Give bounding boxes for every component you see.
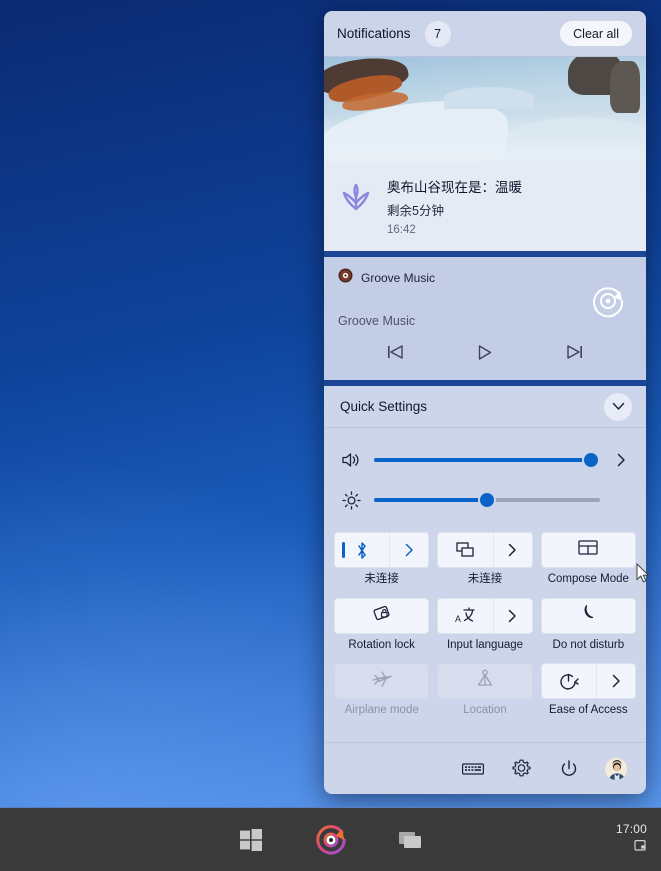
groove-app-name: Groove Music (361, 271, 436, 285)
volume-slider-row (334, 440, 636, 480)
location-icon (476, 669, 494, 693)
input-language-icon: A (438, 599, 492, 633)
taskbar-buttons (0, 808, 661, 871)
groove-header: Groove Music (338, 268, 632, 288)
moon-icon (580, 604, 597, 627)
mouse-cursor (636, 562, 652, 585)
do-not-disturb-tile-button[interactable] (540, 597, 636, 634)
compose-mode-tile-label: Compose Mode (547, 573, 629, 585)
quick-settings-sliders (324, 428, 646, 528)
play-button[interactable] (471, 340, 499, 364)
volume-expand-chevron-icon[interactable] (610, 453, 632, 467)
groove-music-taskbar-button[interactable] (309, 818, 353, 862)
power-icon[interactable] (556, 756, 582, 782)
cast-icon (438, 533, 492, 567)
do-not-disturb-tile[interactable]: Do not disturb (540, 597, 636, 652)
input-language-tile-button[interactable]: A (437, 597, 533, 634)
brightness-slider-row (334, 480, 636, 520)
input-language-tile-label: Input language (446, 638, 524, 651)
previous-track-button[interactable] (381, 340, 409, 364)
do-not-disturb-tile-label: Do not disturb (552, 638, 625, 651)
bluetooth-active-indicator (342, 542, 345, 558)
rotation-lock-icon (371, 604, 392, 628)
hero-haze-overlay (324, 113, 646, 161)
cast-tile[interactable]: 未连接 (437, 532, 533, 586)
keyboard-icon[interactable] (460, 756, 486, 782)
groove-music-logo-icon (590, 283, 626, 319)
brightness-icon (338, 490, 364, 510)
compose-mode-tile-button[interactable] (540, 532, 636, 568)
groove-music-icon (338, 268, 353, 288)
notification-subtext: 剩余5分钟 (387, 204, 444, 218)
cast-tile-button[interactable] (437, 532, 533, 568)
ease-of-access-tile-label: Ease of Access (549, 704, 628, 717)
user-avatar[interactable] (604, 756, 628, 781)
bluetooth-tile-label: 未连接 (364, 573, 399, 585)
notification-text-block: 奥布山谷现在是：温暖 剩余5分钟 16:42 (387, 174, 522, 236)
ease-of-access-icon (542, 664, 596, 698)
rotation-lock-tile-button[interactable] (334, 597, 430, 634)
ease-of-access-tile[interactable]: Ease of Access (540, 663, 636, 717)
speaker-icon (338, 452, 364, 468)
svg-text:A: A (455, 614, 461, 624)
input-language-tile[interactable]: A Input language (437, 597, 533, 652)
airplane-mode-tile-button[interactable] (334, 663, 430, 700)
taskbar-clock[interactable]: 17:00 (616, 822, 647, 836)
groove-track-title: Groove Music (338, 314, 416, 328)
quick-settings-tiles-grid: 未连接 未连接 Compose Mode Rotation lock A Inp… (324, 528, 646, 717)
taskbar: 17:00 (0, 807, 661, 871)
brightness-fill (374, 498, 487, 502)
airplane-mode-tile[interactable]: Airplane mode (334, 663, 430, 717)
notification-timestamp: 16:42 (387, 224, 416, 236)
location-tile-button[interactable] (437, 663, 533, 700)
notification-headline: 奥布山谷现在是：温暖 (387, 180, 522, 195)
hero-snow-shape (444, 87, 534, 109)
clear-all-button[interactable]: Clear all (559, 20, 633, 47)
action-center-icon[interactable] (634, 839, 647, 857)
system-tray: 17:00 (616, 808, 651, 871)
volume-fill (374, 458, 591, 462)
ease-of-access-chevron-icon[interactable] (597, 664, 635, 698)
location-tile[interactable]: Location (437, 663, 533, 717)
groove-music-notification[interactable]: Groove Music Groove Music (324, 257, 646, 380)
chevron-down-icon[interactable] (604, 392, 632, 421)
gear-icon[interactable] (508, 756, 534, 782)
notification-hero-image (324, 57, 646, 161)
input-language-chevron-icon[interactable] (494, 599, 532, 633)
compose-mode-tile[interactable]: Compose Mode (540, 532, 636, 586)
next-track-button[interactable] (561, 340, 589, 364)
volume-thumb[interactable] (581, 451, 600, 469)
bluetooth-tile[interactable]: 未连接 (334, 532, 430, 586)
notifications-header: Notifications 7 Clear all (324, 11, 646, 57)
brightness-thumb[interactable] (478, 491, 496, 509)
airplane-mode-tile-label: Airplane mode (344, 704, 419, 717)
rotation-lock-tile[interactable]: Rotation lock (334, 597, 430, 652)
brightness-slider[interactable] (374, 491, 600, 509)
notification-count-badge: 7 (424, 20, 451, 47)
hero-tree-shape (610, 61, 640, 113)
compose-mode-icon (578, 540, 598, 560)
notification-body: 奥布山谷现在是：温暖 剩余5分钟 16:42 (324, 161, 646, 251)
volume-slider[interactable] (374, 451, 600, 469)
quick-settings-header: Quick Settings (324, 386, 646, 428)
airplane-icon (371, 669, 393, 694)
location-tile-label: Location (463, 704, 507, 717)
cast-chevron-icon[interactable] (494, 533, 532, 567)
rotation-lock-tile-label: Rotation lock (348, 638, 415, 651)
quick-settings-footer (324, 742, 646, 794)
notifications-title: Notifications (337, 26, 411, 41)
bluetooth-tile-button[interactable] (334, 532, 430, 568)
cast-tile-label: 未连接 (467, 573, 503, 585)
ease-of-access-tile-button[interactable] (540, 663, 636, 700)
groove-transport-controls (338, 340, 632, 366)
task-view-button[interactable] (389, 818, 433, 862)
crocus-flower-icon (338, 180, 374, 216)
notification-item[interactable]: 奥布山谷现在是：温暖 剩余5分钟 16:42 (324, 57, 646, 251)
quick-settings-panel: Quick Settings 未连接 未连接 Compose Mode Rota… (324, 386, 646, 794)
quick-settings-title: Quick Settings (340, 399, 428, 414)
notification-center-flyout: Notifications 7 Clear all 奥布山谷现在是：温暖 剩余5… (324, 11, 646, 794)
bluetooth-chevron-icon[interactable] (390, 533, 428, 567)
start-button[interactable] (229, 818, 273, 862)
